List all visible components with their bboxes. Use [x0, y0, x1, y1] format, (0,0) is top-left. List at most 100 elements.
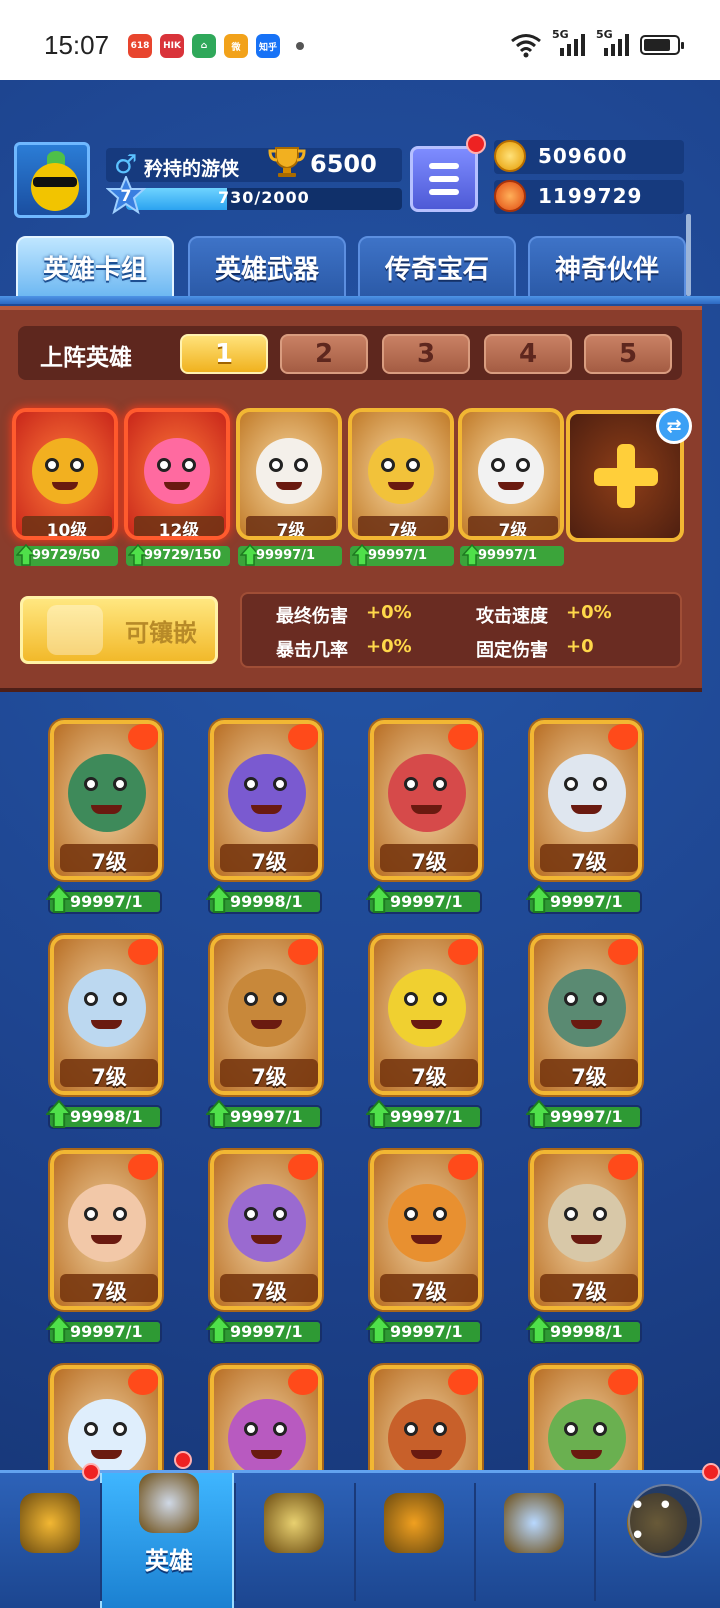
lineup-slot-5[interactable]: 5: [584, 334, 672, 374]
hero-eye: [113, 1207, 127, 1221]
lineup-hero-card[interactable]: 10级 99729/50: [12, 408, 118, 568]
hero-fragment-count: 99997/1: [550, 1107, 623, 1126]
upgrade-arrow-icon: [206, 884, 232, 913]
swap-icon[interactable]: ⇄: [656, 408, 692, 444]
618-app-icon: 618: [128, 34, 152, 58]
hero-fragment-count: 99729/50: [32, 548, 101, 563]
hero-grid-card[interactable]: 7级 99997/1: [362, 1150, 486, 1350]
network-type-2: 5G: [596, 28, 613, 41]
lineup-slot-1[interactable]: 1: [180, 334, 268, 374]
upgrade-arrow-icon: [526, 1314, 552, 1343]
hero-mouth: [251, 805, 282, 814]
hero-mouth: [411, 1020, 442, 1029]
hero-portrait: [32, 438, 98, 504]
hero-grid-card[interactable]: 7级 99997/1: [522, 935, 646, 1135]
hero-eye: [564, 1422, 578, 1436]
hero-eye: [273, 992, 287, 1006]
hero-card-frame: 7级: [50, 935, 162, 1095]
tab-legend-gems[interactable]: 传奇宝石: [358, 236, 516, 298]
flame-emblem-icon: [608, 939, 638, 965]
lineup-hero-card[interactable]: 7级 99997/1: [236, 408, 342, 568]
nav-item-crown-shield[interactable]: [354, 1473, 474, 1608]
tab-hero-deck[interactable]: 英雄卡组: [16, 236, 174, 298]
upgrade-arrow-icon: [206, 1314, 232, 1343]
hero-grid-card[interactable]: 7级 99997/1: [42, 720, 166, 920]
notification-icons: 618 HIK ⌂ 微知乎: [128, 34, 304, 58]
gold-counter[interactable]: 509600: [494, 140, 684, 174]
hero-card-frame: 7级: [210, 935, 322, 1095]
avatar[interactable]: [14, 142, 90, 218]
hero-mouth: [251, 1235, 282, 1244]
nav-divider: [354, 1483, 356, 1601]
hero-grid-card[interactable]: 7级 99997/1: [522, 720, 646, 920]
hero-card-frame: 7级: [236, 408, 342, 540]
hero-mouth: [498, 482, 524, 490]
upgrade-arrow-icon: [366, 1099, 392, 1128]
hero-portrait: [144, 438, 210, 504]
trophy-count: 6500: [310, 150, 377, 178]
lineup-slot-3[interactable]: 3: [382, 334, 470, 374]
hero-eye: [593, 992, 607, 1006]
inlay-button[interactable]: 可镶嵌: [20, 596, 218, 664]
hero-mouth: [571, 1020, 602, 1029]
avatar-glasses: [33, 177, 77, 187]
hero-mouth: [388, 482, 414, 490]
hero-mouth: [411, 805, 442, 814]
flame-emblem-icon: [288, 1154, 318, 1180]
player-profile[interactable]: ♂ 矜持的游侠 6500 7 730/2000: [14, 142, 404, 220]
lineup-hero-card[interactable]: 7级 99997/1: [458, 408, 564, 568]
lineup-hero-card[interactable]: 12级 99729/150: [124, 408, 230, 568]
hero-level: 7级: [251, 1065, 287, 1089]
nav-item-guild[interactable]: [474, 1473, 594, 1608]
hero-card-frame: 7级: [348, 408, 454, 540]
hero-card-frame: 7级: [458, 408, 564, 540]
more-options-button[interactable]: • • •: [628, 1484, 702, 1558]
gold-coin-icon: [494, 140, 526, 172]
hero-fragment-count: 99998/1: [230, 892, 303, 911]
gold-value: 509600: [538, 144, 628, 168]
hero-eye: [593, 1422, 607, 1436]
hero-eye: [244, 992, 258, 1006]
nav-item-helmet[interactable]: 英雄: [100, 1473, 234, 1608]
guild-icon: [504, 1493, 564, 1553]
upgrade-arrow-icon: [46, 884, 72, 913]
hero-grid-card[interactable]: 7级 99998/1: [42, 935, 166, 1135]
lineup-slot-4[interactable]: 4: [484, 334, 572, 374]
hero-grid-card[interactable]: 7级 99998/1: [522, 1150, 646, 1350]
flame-emblem-icon: [128, 1154, 158, 1180]
signal-icon-1: 5G: [552, 28, 586, 58]
stats-panel: 最终伤害 +0% 攻击速度 +0% 暴击几率 +0% 固定伤害 +0: [240, 592, 682, 668]
upgrade-arrow-icon: [206, 1099, 232, 1128]
tab-hero-weapons[interactable]: 英雄武器: [188, 236, 346, 298]
hero-eye: [593, 1207, 607, 1221]
hero-mouth: [276, 482, 302, 490]
nav-item-crossed-swords[interactable]: [234, 1473, 354, 1608]
lineup-slot-2[interactable]: 2: [280, 334, 368, 374]
hero-grid-card[interactable]: 7级 99997/1: [362, 935, 486, 1135]
hero-portrait: [368, 438, 434, 504]
hero-eye: [404, 777, 418, 791]
nav-notification-badge: [174, 1451, 192, 1469]
hero-grid-card[interactable]: 7级 99997/1: [42, 1150, 166, 1350]
hero-grid-card[interactable]: 7级 99997/1: [202, 1150, 326, 1350]
gem-counter[interactable]: 1199729: [494, 180, 684, 214]
nav-item-treasure-chest[interactable]: [0, 1473, 100, 1608]
menu-icon-line: [429, 163, 459, 169]
hero-eye: [564, 777, 578, 791]
lineup-hero-card[interactable]: 7级 99997/1: [348, 408, 454, 568]
hero-eye: [84, 1207, 98, 1221]
hero-eye: [113, 777, 127, 791]
wifi-icon: [511, 34, 541, 58]
hero-grid-card[interactable]: 7级 99997/1: [362, 720, 486, 920]
flame-emblem-icon: [448, 1154, 478, 1180]
hero-level: 10级: [46, 521, 88, 540]
menu-button[interactable]: [410, 146, 478, 212]
hero-grid-card[interactable]: 7级 99997/1: [202, 935, 326, 1135]
flame-emblem-icon: [608, 1369, 638, 1395]
tab-magic-partners[interactable]: 神奇伙伴: [528, 236, 686, 298]
hero-card-frame: 10级: [12, 408, 118, 540]
hero-portrait: [478, 438, 544, 504]
hero-eye: [564, 992, 578, 1006]
hero-grid-card[interactable]: 7级 99998/1: [202, 720, 326, 920]
hero-portrait: [548, 1184, 626, 1262]
